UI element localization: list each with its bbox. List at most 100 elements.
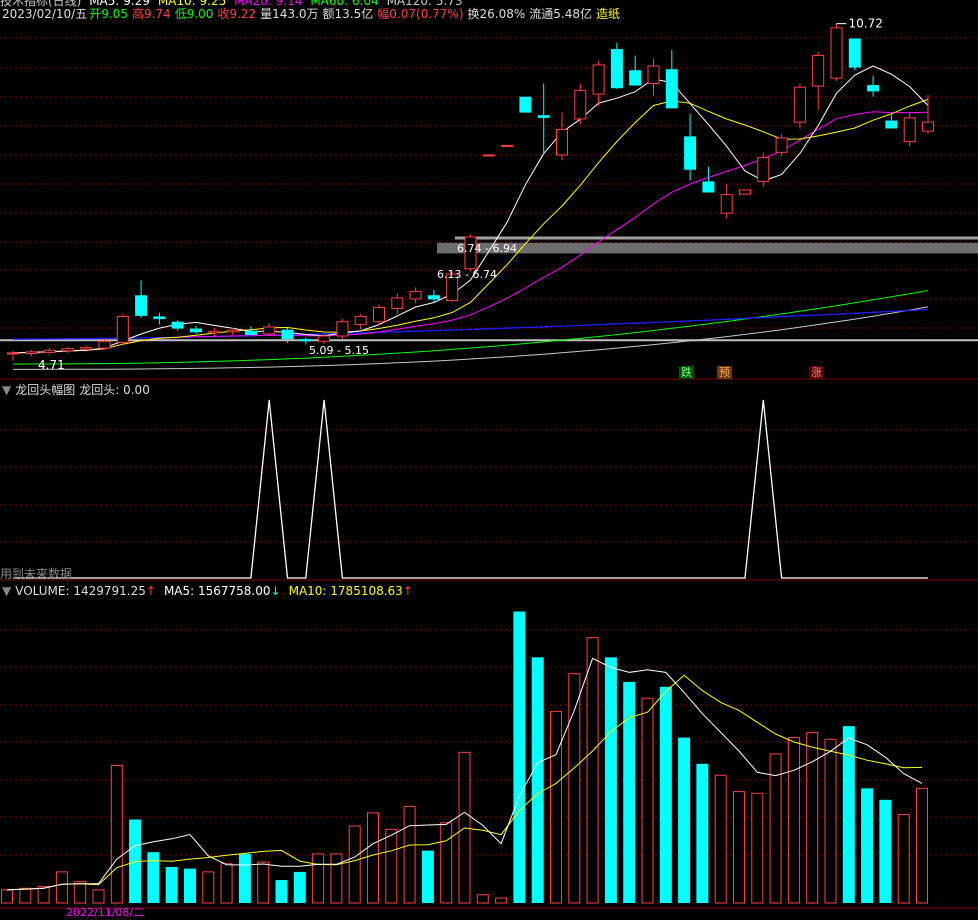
candle-body-down (427, 295, 440, 300)
indicator-value: 龙回头: 0.00 (79, 383, 150, 397)
low-label: 低 (174, 7, 187, 21)
low-value: 9.00 (186, 7, 214, 21)
low-price-label: 4.71 (38, 358, 65, 372)
long-term-ma-line (12, 308, 929, 340)
candle-body-down (610, 49, 623, 89)
volume-header: ▼ VOLUME: 1429791.25↑ MA5: 1567758.00↓ MA10… (2, 584, 417, 598)
volume-bar-up (714, 774, 727, 904)
volume-bar-down (165, 866, 178, 903)
zone-low-label: 5.09 - 5.15 (309, 344, 369, 357)
amount-label: 额 (322, 7, 335, 21)
high-label: 高 (131, 7, 144, 21)
candle-body-down (135, 295, 148, 316)
change-label: 幅 (377, 7, 390, 21)
candle-body-up (647, 65, 660, 84)
candle-body-up (7, 352, 19, 355)
candle-body-down (537, 115, 550, 118)
candle-body-up (354, 315, 367, 325)
arrow-down-icon: ↓ (270, 584, 281, 598)
volume-bar-down (842, 726, 855, 903)
signal-fall: 跌 (679, 366, 694, 379)
candle-body-up (25, 351, 38, 354)
candle-body-down (684, 136, 697, 170)
turnover-value: 26.08% (479, 7, 526, 21)
volume-bar-up (1, 889, 13, 904)
candle-body-up (336, 321, 349, 337)
volume-bar-up (19, 887, 32, 904)
candle-body-down (665, 69, 678, 109)
arrow-up-icon: ↑ (145, 584, 156, 598)
future-data-watermark: 用到未来数据 (0, 567, 73, 581)
volume-bar-up (37, 886, 50, 904)
volume-bar-up (550, 710, 562, 904)
collapse-icon[interactable]: ▼ (2, 584, 11, 598)
volume-bar-up (440, 822, 453, 904)
candle-body-up (409, 291, 422, 300)
dragon-return-line (13, 399, 928, 579)
volume-bar-up (568, 673, 581, 904)
footer-date: 2022/11/08/二 (66, 906, 145, 919)
volume-bar-down (623, 681, 636, 903)
candle-body-up (720, 194, 733, 214)
signal-rise: 涨 (809, 366, 824, 379)
candle-body-up (98, 340, 111, 349)
volume-bar-down (879, 799, 892, 903)
high-price-label: 10.72 (849, 17, 883, 31)
candle-body-up (226, 329, 239, 333)
arrow-up-icon: ↑ (402, 584, 413, 598)
candle-body-up (592, 64, 605, 95)
candle-body-down (244, 330, 257, 335)
volume-bar-up (806, 732, 819, 904)
volume-bar-down (604, 657, 617, 903)
indicator-header: ▼ 龙回头幅图 龙回头: 0.00 (2, 383, 154, 397)
volume-bar-down (696, 763, 709, 903)
volume-bar-up (330, 853, 343, 904)
open-label: 开 (89, 7, 102, 21)
candle-body-up (373, 306, 385, 323)
zone-mid-label: 6.13 - 6.74 (437, 268, 497, 281)
volume-bar-up (897, 814, 910, 904)
close-label: 收 (217, 7, 230, 21)
candle-body-up (793, 86, 806, 123)
vol-ma10-label: MA10: 1785108.63 (288, 584, 403, 598)
volume-bar-up (348, 825, 361, 904)
candle-body-up (43, 349, 56, 353)
volume-bar-down (184, 868, 196, 903)
candle-body-down (848, 38, 861, 68)
candle-body-up (391, 297, 404, 309)
volume-bar-down (293, 871, 306, 903)
float-label: 流通 (529, 7, 554, 21)
ma60-line (12, 290, 929, 365)
candle-body-down (281, 329, 294, 340)
high-value: 9.74 (143, 7, 171, 21)
volume-bar-up (220, 863, 233, 904)
candle-body-up (556, 129, 568, 156)
candle-body-up (739, 189, 751, 195)
volume-bar-up (92, 889, 105, 904)
candle-body-down (629, 70, 642, 86)
candle-body-up (116, 315, 129, 343)
volume-bar-down (421, 850, 434, 903)
candle-body-up (263, 326, 276, 335)
volume-bar-up (495, 897, 508, 904)
volume-bar-up (55, 871, 68, 904)
volume-value-label: VOLUME: 1429791.25 (15, 584, 146, 598)
volume-bar-up (74, 881, 87, 904)
amount-value: 13.5亿 (334, 7, 374, 21)
volume-bar-up (751, 792, 764, 904)
volume-bar-down (531, 657, 544, 903)
volume-bar-up (916, 787, 928, 904)
quote-date: 2023/02/10/五 (2, 7, 88, 21)
candle-body-up (61, 348, 74, 352)
candle-body-up (830, 27, 843, 79)
candle-body-up (501, 144, 514, 147)
collapse-icon[interactable]: ▼ (2, 383, 11, 397)
chart-stage: 10.72 4.71 6.74 - 6.94 6.13 - 6.74 5.09 - 5.… (0, 0, 978, 919)
volume-bar-up (769, 753, 782, 904)
float-value: 5.48亿 (553, 7, 593, 21)
volume-bar-down (238, 853, 251, 903)
candle-body-down (153, 316, 166, 320)
volume-bar-up (202, 871, 215, 904)
candle-body-down (190, 328, 202, 333)
candle-body-down (885, 120, 898, 129)
